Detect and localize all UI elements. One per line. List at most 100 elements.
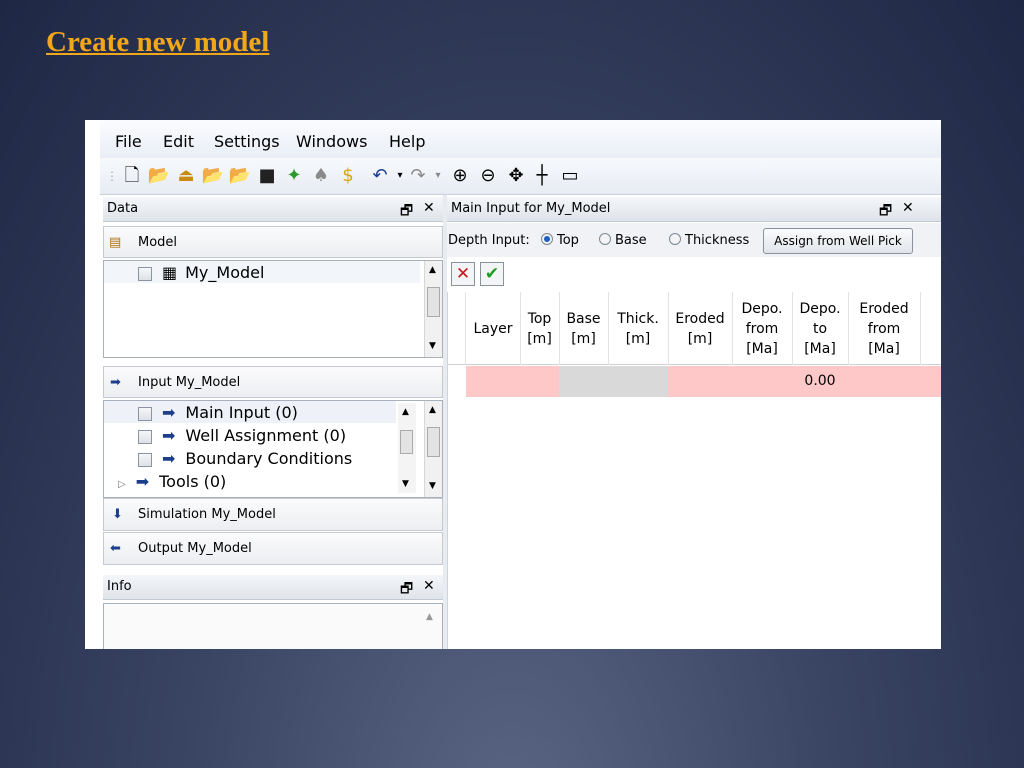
depth-input-bar: Depth Input: Top Base Thickness Assign f…: [447, 223, 941, 257]
inner-scrollbar[interactable]: ▲ ▼: [398, 403, 416, 493]
menu-settings[interactable]: Settings: [214, 132, 280, 151]
radio-button[interactable]: [599, 233, 611, 245]
arrow-left-icon: ⬅: [110, 541, 121, 556]
model-tree-item[interactable]: ▦ My_Model: [138, 263, 264, 282]
model-section[interactable]: ▤ Model: [103, 226, 443, 258]
radio-thickness[interactable]: Thickness: [665, 233, 749, 248]
arrow-right-icon: ➡: [162, 449, 176, 468]
cell-eroded[interactable]: [668, 366, 733, 397]
checkbox[interactable]: [138, 429, 152, 444]
scroll-up-icon[interactable]: ▲: [429, 265, 436, 275]
radio-button[interactable]: [669, 233, 681, 245]
info-content: ▲: [103, 603, 443, 649]
rectangle-icon[interactable]: ▭: [558, 163, 582, 189]
crosshair-icon[interactable]: ┼: [530, 163, 554, 189]
scroll-down-icon[interactable]: ▼: [402, 479, 409, 489]
input-item-well[interactable]: ➡ Well Assignment (0): [138, 426, 346, 445]
cell-base[interactable]: [559, 366, 609, 397]
checkbox[interactable]: [138, 452, 152, 467]
close-icon[interactable]: ✕: [902, 200, 914, 216]
pan-icon[interactable]: ✥: [504, 163, 528, 189]
scroll-up-icon[interactable]: ▲: [402, 407, 409, 417]
input-scrollbar[interactable]: ▲ ▼: [424, 401, 442, 497]
input-section[interactable]: ➡ Input My_Model: [103, 366, 443, 398]
zoom-out-icon[interactable]: ⊖: [476, 163, 500, 189]
table-row[interactable]: 0.00: [448, 366, 941, 397]
output-section[interactable]: ⬅ Output My_Model: [103, 532, 443, 565]
menu-windows[interactable]: Windows: [296, 132, 367, 151]
cell-depo-from[interactable]: [732, 366, 793, 397]
col-header-text: Depo.: [799, 300, 841, 317]
open-1d-icon[interactable]: 📂: [147, 163, 171, 189]
cell-depo-to[interactable]: 0.00: [792, 366, 849, 397]
input-item-boundary[interactable]: ➡ Boundary Conditions: [138, 449, 352, 468]
scroll-down-icon[interactable]: ▼: [429, 341, 436, 351]
cell-thick[interactable]: [608, 366, 669, 397]
model-checkbox[interactable]: [138, 266, 152, 281]
float-icon[interactable]: 🗗: [879, 200, 892, 224]
input-item-tools[interactable]: ▷ ➡ Tools (0): [118, 472, 226, 491]
open-2d-icon[interactable]: 📂: [201, 163, 225, 189]
col-header-unit: [m]: [571, 330, 596, 347]
col-header-text: Base: [566, 310, 601, 327]
close-icon[interactable]: ✕: [423, 200, 435, 216]
col-header[interactable]: Eroded [m]: [668, 292, 733, 365]
scroll-down-icon[interactable]: ▼: [429, 481, 436, 491]
col-header[interactable]: Eroded from [Ma]: [848, 292, 921, 365]
simulation-section[interactable]: ⬇ Simulation My_Model: [103, 498, 443, 531]
data-panel-title: Data: [107, 201, 139, 216]
redo-dropdown-icon[interactable]: ▾: [426, 163, 450, 189]
radio-top[interactable]: Top: [537, 233, 579, 248]
cancel-icon[interactable]: ✕: [451, 262, 475, 286]
menu-help[interactable]: Help: [389, 132, 425, 151]
checkbox[interactable]: [138, 406, 152, 421]
import-icon[interactable]: ⏏: [174, 163, 198, 189]
expand-icon[interactable]: ▷: [118, 479, 126, 490]
col-header-text: from: [867, 320, 901, 337]
cell-top[interactable]: [520, 366, 560, 397]
save-icon[interactable]: ■: [255, 163, 279, 189]
input-item-main[interactable]: ➡ Main Input (0): [138, 403, 298, 422]
new-file-icon[interactable]: 🗋: [120, 163, 144, 189]
arrow-right-icon: ➡: [162, 426, 176, 445]
float-icon[interactable]: 🗗: [400, 200, 413, 224]
close-icon[interactable]: ✕: [423, 578, 435, 594]
col-header-unit: [m]: [527, 330, 552, 347]
accept-icon[interactable]: ✔: [480, 262, 504, 286]
col-header[interactable]: Layer: [466, 292, 521, 365]
toolbar-grip-icon: ⋮: [106, 169, 118, 183]
menu-edit[interactable]: Edit: [163, 132, 194, 151]
menu-file[interactable]: File: [115, 132, 142, 151]
col-header[interactable]: Base [m]: [559, 292, 609, 365]
scroll-up-icon[interactable]: ▲: [426, 612, 433, 622]
float-icon[interactable]: 🗗: [400, 578, 413, 602]
radio-button[interactable]: [541, 233, 553, 245]
col-header[interactable]: Thick. [m]: [608, 292, 669, 365]
col-header-unit: [Ma]: [868, 340, 900, 357]
assign-from-well-pick-button[interactable]: Assign from Well Pick: [763, 228, 913, 254]
col-header[interactable]: Top [m]: [520, 292, 560, 365]
radio-base[interactable]: Base: [595, 233, 647, 248]
row-header[interactable]: [448, 366, 467, 397]
calibrate-icon[interactable]: $: [336, 163, 360, 189]
col-header[interactable]: Depo. from [Ma]: [732, 292, 793, 365]
cell-eroded-from[interactable]: [848, 366, 941, 397]
depth-input-label: Depth Input:: [448, 233, 530, 248]
zoom-in-icon[interactable]: ⊕: [448, 163, 472, 189]
col-header-unit: [m]: [687, 330, 713, 347]
run-icon[interactable]: ✦: [282, 163, 306, 189]
col-header-text: Depo.: [741, 300, 783, 317]
simulate-icon[interactable]: ♠: [309, 163, 333, 189]
scroll-up-icon[interactable]: ▲: [429, 405, 436, 415]
col-header-unit: [Ma]: [746, 340, 778, 357]
col-header[interactable]: Depo. to [Ma]: [792, 292, 849, 365]
scroll-thumb[interactable]: [400, 430, 413, 454]
app-screenshot: File Edit Settings Windows Help ⋮ 🗋 📂 ⏏ …: [85, 120, 941, 649]
scroll-thumb[interactable]: [427, 287, 440, 317]
scroll-thumb[interactable]: [427, 427, 440, 457]
open-3d-icon[interactable]: 📂: [228, 163, 252, 189]
cell-layer[interactable]: [466, 366, 521, 397]
model-scrollbar[interactable]: ▲ ▼: [424, 261, 442, 357]
col-header-text: Eroded: [859, 300, 909, 317]
toolbar: ⋮ 🗋 📂 ⏏ 📂 📂 ■ ✦ ♠ $ ↶ ▾ ↷ ▾ ⊕ ⊖ ✥ ┼ ▭: [100, 158, 941, 195]
